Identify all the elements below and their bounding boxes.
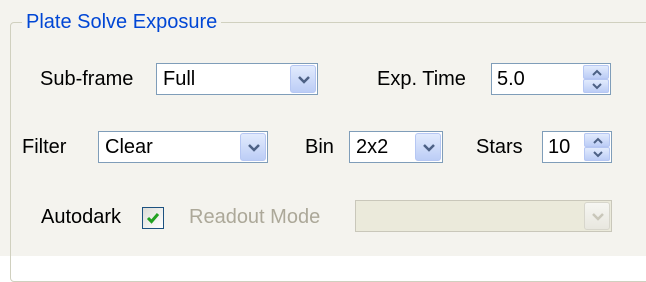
filter-combobox[interactable]: Clear [98,131,268,163]
stars-up-button[interactable] [584,133,610,147]
subframe-label: Sub-frame [40,68,134,90]
filter-value: Clear [105,136,153,158]
bin-value: 2x2 [356,136,389,158]
filter-label: Filter [22,136,67,158]
exptime-spinner[interactable]: 5.0 [491,63,611,95]
spin-down-icon [592,83,602,90]
spin-up-icon [592,69,602,76]
subframe-combobox[interactable]: Full [156,63,318,95]
subframe-dropdown-button[interactable] [290,65,316,93]
group-title: Plate Solve Exposure [22,9,222,35]
autodark-checkbox[interactable] [142,207,164,229]
chevron-down-icon [592,213,604,221]
readout-mode-label: Readout Mode [189,206,321,228]
bin-combobox[interactable]: 2x2 [349,131,443,163]
readout-mode-dropdown-button[interactable] [584,202,610,230]
exptime-value: 5.0 [497,68,525,90]
readout-mode-combobox[interactable] [355,200,612,232]
subframe-value: Full [163,68,196,90]
chevron-down-icon [423,144,435,152]
exptime-up-button[interactable] [583,65,609,79]
spin-down-icon [593,151,603,158]
exptime-down-button[interactable] [583,79,609,93]
bin-dropdown-button[interactable] [415,133,441,161]
stars-value: 10 [548,136,571,158]
chevron-down-icon [248,144,260,152]
checkmark-icon [146,213,160,224]
spin-up-icon [593,137,603,144]
filter-dropdown-button[interactable] [240,133,266,161]
chevron-down-icon [298,76,310,84]
stars-label: Stars [476,136,523,158]
autodark-label: Autodark [41,206,122,228]
stars-spinner[interactable]: 10 [542,131,612,163]
bin-label: Bin [305,136,334,158]
exptime-label: Exp. Time [377,68,466,90]
plate-solve-panel: Plate Solve Exposure Sub-frame Full Exp.… [0,0,646,282]
stars-down-button[interactable] [584,147,610,161]
